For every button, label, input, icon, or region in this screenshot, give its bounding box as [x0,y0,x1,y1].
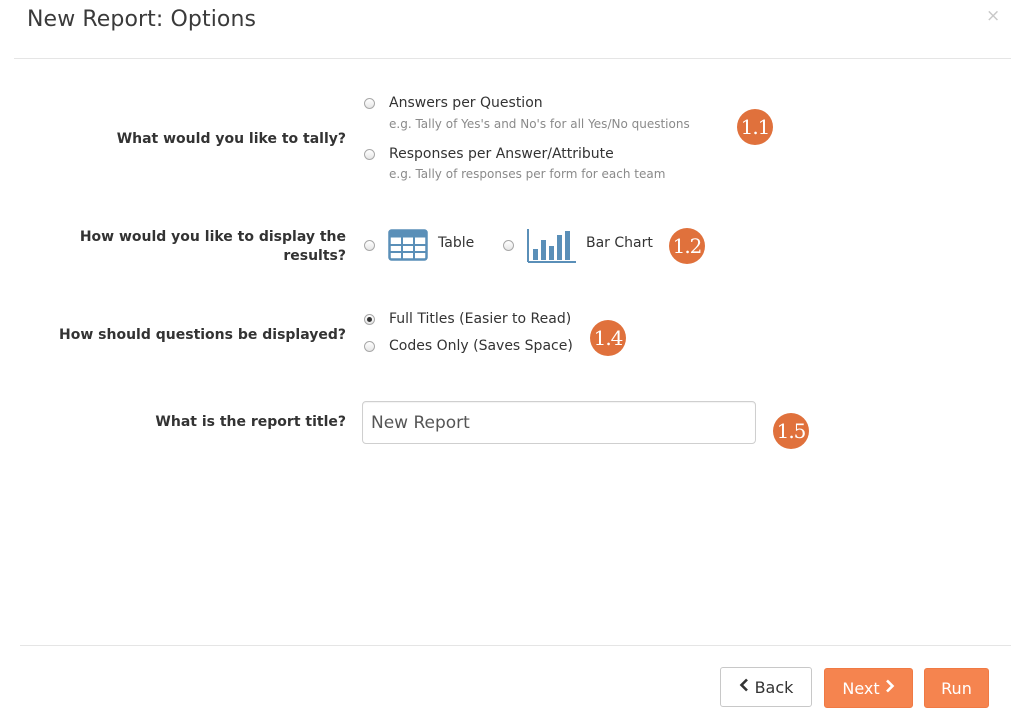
footer-divider [20,645,1011,646]
radio-responses-per-answer[interactable] [364,149,375,160]
run-button[interactable]: Run [924,668,989,708]
close-icon[interactable]: × [986,6,1000,26]
modal-title: New Report: Options [27,7,257,32]
annotation-badge-1-4: 1.4 [590,320,626,356]
report-title-label: What is the report title? [155,414,346,430]
display-question-line2: results? [283,248,346,264]
option-responses-per-answer-hint: e.g. Tally of responses per form for eac… [389,167,666,181]
option-bar-chart-label[interactable]: Bar Chart [586,234,653,252]
annotation-badge-1-2: 1.2 [669,228,705,264]
run-button-label: Run [941,678,972,698]
option-codes-only-label[interactable]: Codes Only (Saves Space) [389,337,573,355]
display-question-label: How would you like to display the result… [80,228,346,266]
tally-question-label: What would you like to tally? [116,131,346,147]
table-icon[interactable] [388,229,428,261]
back-button[interactable]: Back [720,667,812,707]
radio-bar-chart[interactable] [503,240,514,251]
chevron-right-icon [885,679,895,697]
option-answers-per-question-label[interactable]: Answers per Question [389,94,543,112]
next-button[interactable]: Next [824,668,913,708]
chevron-left-icon [739,678,749,696]
option-answers-per-question-hint: e.g. Tally of Yes's and No's for all Yes… [389,117,690,131]
display-question-line1: How would you like to display the [79,229,346,245]
bar-chart-icon[interactable] [526,227,578,265]
report-title-input[interactable] [362,401,756,444]
radio-full-titles[interactable] [364,314,375,325]
option-responses-per-answer-label[interactable]: Responses per Answer/Attribute [389,145,614,163]
annotation-badge-1-5: 1.5 [773,413,809,449]
option-full-titles-label[interactable]: Full Titles (Easier to Read) [389,310,571,328]
questions-display-label: How should questions be displayed? [59,327,346,343]
header-divider [14,58,1011,59]
radio-answers-per-question[interactable] [364,98,375,109]
next-button-label: Next [842,678,880,698]
radio-table[interactable] [364,240,375,251]
radio-codes-only[interactable] [364,341,375,352]
option-table-label[interactable]: Table [438,234,474,252]
back-button-label: Back [754,677,794,697]
annotation-badge-1-1: 1.1 [737,109,773,145]
